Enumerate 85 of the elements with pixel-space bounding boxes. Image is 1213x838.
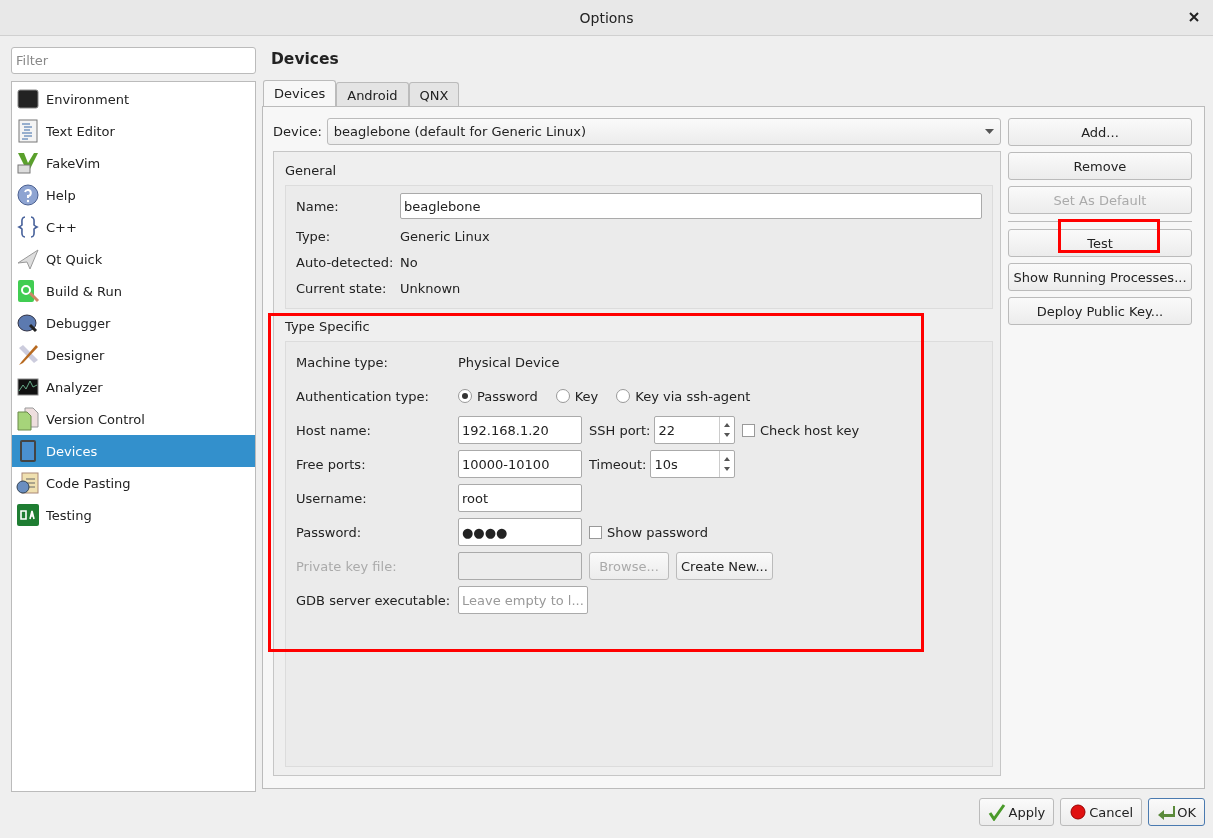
checkbox[interactable] [742, 423, 755, 437]
tab[interactable]: Devices [263, 80, 337, 107]
field-label: Device: [273, 124, 322, 139]
category-item[interactable]: Version Control [12, 403, 255, 435]
category-item[interactable]: Devices [12, 435, 255, 467]
arrow-icon [1157, 803, 1176, 821]
radio-label[interactable]: Key [574, 388, 599, 404]
radio-button[interactable] [458, 389, 472, 403]
category-item[interactable]: Designer [12, 339, 255, 371]
dialog-button[interactable]: Apply [979, 798, 1055, 826]
dialog-button[interactable]: Cancel [1060, 798, 1143, 826]
category-item[interactable]: C++ [12, 211, 255, 243]
category-icon [16, 311, 40, 335]
category-item[interactable]: Qt Quick [12, 243, 255, 275]
field-label: SSH port: [589, 422, 651, 438]
category-item[interactable]: Analyzer [12, 371, 255, 403]
category-item[interactable]: FakeVim [12, 147, 255, 179]
tab[interactable]: Android [336, 82, 409, 107]
field-label: Timeout: [589, 456, 647, 472]
category-item[interactable]: Environment [12, 83, 255, 115]
category-icon [16, 343, 40, 367]
action-button[interactable]: Show Running Processes... [1008, 263, 1192, 291]
checkbox[interactable] [589, 525, 602, 539]
timeout-spinbox[interactable]: 10s [650, 450, 735, 478]
category-icon [16, 151, 40, 175]
password-field[interactable]: ●●●● [458, 518, 582, 546]
field-label: Authentication type: [296, 388, 430, 404]
field-value: Unknown [400, 280, 461, 296]
page-heading: Devices [271, 50, 340, 70]
field-value: Generic Linux [400, 228, 490, 244]
group-title: General [285, 163, 338, 180]
field-label: Name: [296, 198, 340, 214]
field-label: Auto-detected: [296, 254, 395, 270]
field-label: Password: [296, 524, 363, 540]
check-icon [988, 803, 1007, 821]
field-label: Machine type: [296, 354, 389, 370]
dialog-button[interactable]: OK [1148, 798, 1205, 826]
host-field[interactable]: 192.168.1.20 [458, 416, 582, 444]
category-item[interactable]: Testing [12, 499, 255, 531]
action-button[interactable]: Test [1008, 229, 1192, 257]
category-item[interactable]: Debugger [12, 307, 255, 339]
field-label: Current state: [296, 280, 388, 296]
category-icon [16, 247, 40, 271]
window-title: Options [579, 9, 634, 26]
field-value: No [400, 254, 418, 270]
category-icon [16, 407, 40, 431]
port-spinbox[interactable]: 22 [654, 416, 735, 444]
category-item[interactable]: Help [12, 179, 255, 211]
field-label: GDB server executable: [296, 592, 451, 608]
field-label: Type: [296, 228, 332, 244]
close-icon[interactable] [1187, 10, 1201, 24]
category-icon [16, 87, 40, 111]
username-field[interactable]: root [458, 484, 582, 512]
category-item[interactable]: Build & Run [12, 275, 255, 307]
action-button[interactable]: Remove [1008, 152, 1192, 180]
field-label: Username: [296, 490, 368, 506]
radio-label[interactable]: Password [477, 388, 538, 404]
category-item[interactable]: Code Pasting [12, 467, 255, 499]
stop-icon [1069, 803, 1088, 821]
checkbox-label[interactable]: Check host key [760, 422, 860, 438]
group-title: Type Specific [285, 319, 371, 336]
category-icon [16, 375, 40, 399]
device-dropdown[interactable]: beaglebone (default for Generic Linux) [326, 118, 1001, 145]
radio-button[interactable] [555, 389, 570, 403]
filter-field[interactable]: Filter [11, 47, 256, 74]
category-icon [16, 471, 40, 495]
category-icon [16, 279, 40, 303]
caret-icon [985, 129, 994, 134]
category-icon [16, 215, 40, 239]
radio-label[interactable]: Key via ssh-agent [635, 388, 751, 404]
radio-button[interactable] [616, 389, 631, 403]
category-icon [16, 119, 40, 143]
checkbox-label[interactable]: Show password [607, 524, 708, 540]
field-value: Physical Device [458, 354, 560, 370]
category-icon [16, 183, 40, 207]
field-label: Private key file: [296, 558, 398, 574]
field-label: Host name: [296, 422, 372, 438]
category-icon [16, 503, 40, 527]
name-field[interactable]: beaglebone [400, 193, 982, 219]
action-button[interactable]: Add... [1008, 118, 1192, 146]
category-item[interactable]: Text Editor [12, 115, 255, 147]
field-label: Free ports: [296, 456, 367, 472]
ports-field[interactable]: 10000-10100 [458, 450, 582, 478]
action-button[interactable]: Deploy Public Key... [1008, 297, 1192, 325]
key-file-field[interactable] [458, 552, 582, 580]
